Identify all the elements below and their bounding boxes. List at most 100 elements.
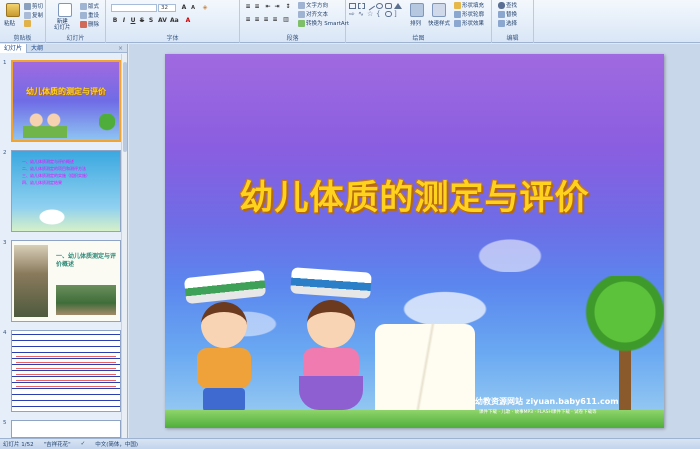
layout-icon [80, 2, 87, 10]
cloud-shape [465, 232, 555, 272]
paste-button[interactable]: 粘贴 [4, 19, 15, 27]
bullets-button[interactable]: ≡ [244, 3, 252, 11]
columns-button[interactable]: ▥ [282, 16, 290, 24]
current-slide[interactable]: 幼儿体质的测定与评价 幼教资源网站 ziyuan.baby611.com 课件下… [165, 54, 664, 428]
clipboard-group: 粘贴 剪切 复制 剪贴板 [0, 0, 46, 43]
thumbnail-photo-left [14, 245, 48, 317]
shadow-button[interactable]: S [147, 17, 155, 25]
shrink-font-button[interactable]: A [189, 4, 197, 12]
slide-thumbnail-5[interactable] [11, 420, 121, 438]
site-watermark: 幼教资源网站 ziyuan.baby611.com [475, 397, 619, 406]
slide-thumbnail-4[interactable] [11, 330, 121, 412]
slide-number: 4 [3, 330, 7, 336]
slide-title[interactable]: 幼儿体质的测定与评价 [165, 170, 664, 219]
align-left-button[interactable]: ≡ [244, 16, 252, 24]
tab-slides[interactable]: 幻灯片 [0, 43, 28, 53]
line-spacing-button[interactable]: ↕ [284, 3, 292, 11]
thumbnail-heading: 一、幼儿体质测定与评价概述 [56, 253, 117, 268]
align-center-button[interactable]: ≡ [253, 16, 261, 24]
increase-indent-button[interactable]: ⇥ [273, 3, 281, 11]
slide-thumbnail-3[interactable]: 一、幼儿体质测定与评价概述 [11, 240, 121, 322]
rectangle-shape-icon[interactable] [349, 3, 356, 9]
oval-shape-icon[interactable] [376, 3, 383, 9]
scrollbar-thumb[interactable] [123, 62, 127, 152]
reset-button[interactable]: 重设 [80, 11, 99, 19]
change-case-button[interactable]: Aa [170, 17, 179, 25]
clear-format-button[interactable]: ◈ [201, 4, 209, 12]
girl-skirt [299, 376, 363, 410]
grow-font-button[interactable]: A [180, 4, 188, 12]
quick-styles-button[interactable]: 快速样式 [428, 19, 450, 27]
scissors-icon [24, 2, 31, 10]
spellcheck-icon[interactable]: ✓ [81, 441, 86, 447]
format-painter-button[interactable] [24, 20, 31, 27]
quick-styles-icon[interactable] [432, 3, 446, 17]
slide-thumbnail-1[interactable]: 幼儿体质的测定与评价 [11, 60, 121, 142]
thumbnail-line: 一、幼儿体质测定与评价概述 [22, 159, 74, 164]
italic-button[interactable]: I [120, 17, 128, 25]
bold-button[interactable]: B [111, 17, 119, 25]
drawing-label: 绘图 [412, 35, 425, 42]
align-right-button[interactable]: ≡ [262, 16, 270, 24]
convert-smartart-button[interactable]: 转换为 SmartArt [298, 19, 349, 27]
smartart-icon [298, 19, 305, 27]
font-color-button[interactable]: A [184, 17, 192, 25]
new-slide-button[interactable]: 新建 幻灯片 [54, 19, 71, 31]
brush-icon [24, 20, 31, 27]
close-pane-icon[interactable]: × [118, 45, 123, 52]
replace-button[interactable]: 替换 [498, 10, 517, 18]
arrange-button[interactable]: 排列 [410, 19, 421, 27]
drawing-group: ⇨ ∿ ☆ { ] 排列 快速样式 形状填充 形状轮廓 形状效果 绘图 [346, 0, 492, 43]
tab-outline[interactable]: 大纲 [27, 44, 47, 53]
bracket-shape-icon[interactable]: ] [394, 11, 401, 18]
text-direction-icon [298, 1, 305, 9]
star-shape-icon[interactable]: ☆ [367, 11, 374, 18]
cloud-illustration [32, 205, 72, 225]
boy-head [201, 302, 247, 348]
decrease-indent-button[interactable]: ⇤ [264, 3, 272, 11]
language-indicator[interactable]: 中文(简体，中国) [95, 440, 138, 448]
select-button[interactable]: 选择 [498, 19, 517, 27]
paste-icon[interactable] [6, 3, 20, 17]
strikethrough-button[interactable]: S [138, 17, 146, 25]
underline-button[interactable]: U [129, 17, 137, 25]
spacing-button[interactable]: AV [158, 17, 167, 25]
layout-button[interactable]: 版式 [80, 2, 99, 10]
reset-icon [80, 11, 87, 19]
delete-icon [80, 20, 87, 28]
triangle-shape-icon[interactable] [394, 3, 402, 9]
shape-fill-button[interactable]: 形状填充 [454, 1, 484, 9]
thumbnail-line: 二、幼儿体质测定的项目和测评方法 [22, 166, 86, 171]
shape-effects-button[interactable]: 形状效果 [454, 19, 484, 27]
font-size-select[interactable]: 32 [158, 4, 176, 12]
text-direction-button[interactable]: 文字方向 [298, 1, 328, 9]
textbox-shape-icon[interactable] [358, 3, 365, 9]
rounded-rect-shape-icon[interactable] [385, 3, 392, 9]
thumbnail-title: 幼儿体质的测定与评价 [26, 87, 106, 96]
brace-shape-icon[interactable]: { [376, 11, 383, 18]
slide-thumbnail-2[interactable]: 一、幼儿体质测定与评价概述 二、幼儿体质测定的项目和测评方法 三、幼儿体质测定的… [11, 150, 121, 232]
copy-button[interactable]: 复制 [24, 11, 43, 19]
paragraph-label: 段落 [286, 35, 299, 42]
fill-icon [454, 1, 461, 9]
book-on-head [183, 269, 267, 305]
align-text-button[interactable]: 对齐文本 [298, 10, 328, 18]
font-name-select[interactable] [111, 4, 157, 12]
shape-outline-button[interactable]: 形状轮廓 [454, 10, 484, 18]
curve-shape-icon[interactable]: ∿ [358, 11, 365, 18]
binoculars-icon [498, 1, 505, 9]
arrange-icon[interactable] [410, 3, 424, 17]
cut-button[interactable]: 剪切 [24, 2, 43, 10]
numbering-button[interactable]: ≡ [253, 3, 261, 11]
justify-button[interactable]: ≡ [271, 16, 279, 24]
find-button[interactable]: 查找 [498, 1, 517, 9]
callout-shape-icon[interactable] [385, 11, 392, 17]
thumbnail-photo-right [56, 285, 116, 315]
new-slide-icon[interactable] [58, 3, 72, 17]
slides-pane: 幻灯片 大纲 × 1 幼儿体质的测定与评价 2 一、幼儿体质测定与评价概述 二、… [0, 43, 128, 438]
font-group: 32 A A ◈ B I U S S AV Aa A 字体 [106, 0, 240, 43]
arrow-shape-icon[interactable]: ⇨ [349, 11, 356, 18]
delete-button[interactable]: 删除 [80, 20, 99, 28]
pane-scrollbar[interactable] [121, 54, 127, 438]
site-watermark-sub: 课件下载 · 儿歌 · 故事MP3 · FLASH课件下载 · 试卷下载等 [479, 410, 597, 415]
